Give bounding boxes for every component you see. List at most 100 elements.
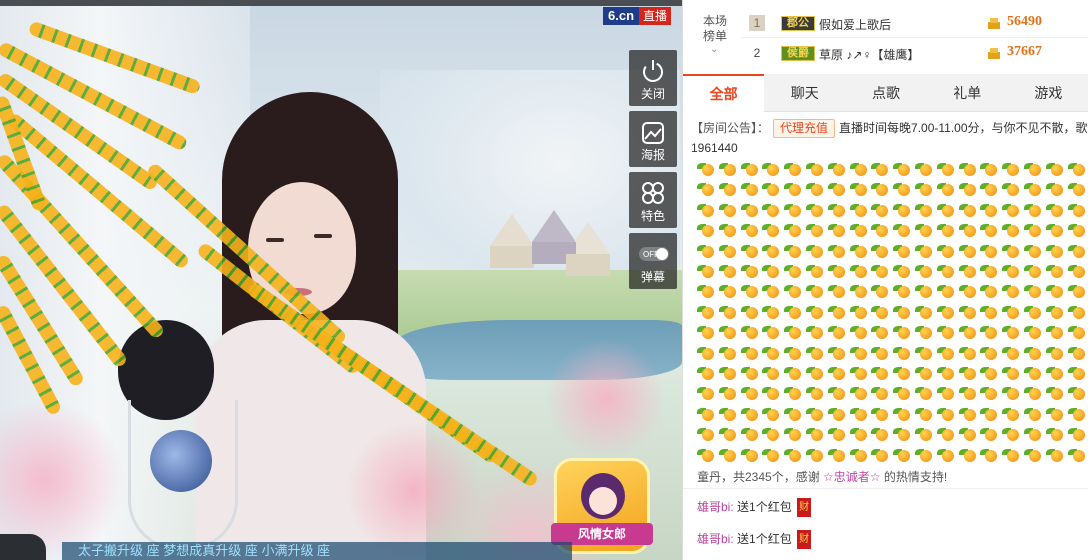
orange-gift-icon [1067, 180, 1086, 197]
orange-gift-icon [1045, 303, 1064, 320]
orange-gift-icon [762, 303, 780, 320]
orange-gift-icon [784, 446, 802, 463]
ranking-username[interactable]: 假如爱上歌后 [819, 16, 891, 33]
ranking-username[interactable]: 草原 ♪↗♀【雄鹰】 [819, 46, 919, 63]
chat-username[interactable]: 雄哥bi: [697, 532, 734, 546]
close-button[interactable]: 关闭 [629, 50, 677, 106]
orange-gift-icon [871, 323, 889, 340]
orange-gift-icon [1067, 221, 1086, 238]
logo-site: 6.cn [603, 7, 640, 25]
divider [683, 488, 1088, 489]
orange-gift-icon [893, 242, 911, 259]
poster-button[interactable]: 海报 [629, 111, 677, 167]
orange-gift-icon [1024, 344, 1042, 361]
feature-label: 特色 [640, 209, 665, 223]
chat-message: 雄哥bi: 送1个红包 财 [697, 530, 812, 550]
orange-gift-icon [1045, 323, 1064, 340]
feature-button[interactable]: 特色 [629, 172, 677, 228]
tab-all[interactable]: 全部 [683, 74, 765, 112]
power-icon [643, 60, 663, 82]
orange-gift-icon [718, 242, 737, 259]
orange-gift-icon [980, 323, 998, 340]
orange-gift-icon [1045, 446, 1064, 463]
orange-gift-icon [806, 384, 824, 401]
orange-gift-icon [871, 242, 889, 259]
orange-gift-icon [915, 364, 933, 381]
orange-gift-icon [849, 303, 868, 320]
orange-gift-icon [1002, 221, 1020, 238]
orange-gift-icon [915, 344, 933, 361]
ranking-title[interactable]: 本场 榜单 [697, 14, 733, 44]
orange-gift-icon [1024, 323, 1042, 340]
live-video[interactable]: 6.cn 直播 关闭 海报 特色 OFF 弹幕 风情女郎 太子搬升级 座 梦想成… [0, 0, 682, 560]
orange-gift-icon [1067, 323, 1086, 340]
orange-gift-icon [849, 323, 868, 340]
orange-gift-icon [893, 405, 911, 422]
orange-gift-icon [1045, 405, 1064, 422]
orange-gift-icon [958, 364, 977, 381]
tab-song-request[interactable]: 点歌 [845, 74, 926, 112]
agent-recharge-button[interactable]: 代理充值 [773, 119, 836, 138]
orange-gift-icon [849, 282, 868, 299]
orange-gift-icon [980, 221, 998, 238]
ranking-score: 56490 [1007, 14, 1042, 29]
ranking-row[interactable]: 2 侯爵 草原 ♪↗♀【雄鹰】 37667 [741, 38, 1088, 68]
red-envelope-icon: 财 [797, 498, 812, 518]
orange-gift-icon [762, 364, 780, 381]
orange-gift-icon [806, 446, 824, 463]
orange-gift-icon [1024, 242, 1042, 259]
orange-gift-icon [762, 323, 780, 340]
badge-girl-face [589, 487, 617, 515]
orange-gift-icon [784, 405, 802, 422]
room-notice: 【房间公告】： 代理充值 直播时间每晚7.00-11.00分，与你不见不散，歌 19… [691, 118, 1088, 158]
tab-games[interactable]: 游戏 [1008, 74, 1088, 112]
corner-avatar[interactable] [0, 534, 46, 560]
notice-prefix: 【房间公告】： [691, 121, 770, 135]
ranking-row[interactable]: 1 郡公 假如爱上歌后 56490 [741, 8, 1088, 38]
orange-gift-icon [936, 282, 955, 299]
orange-gift-icon [936, 364, 955, 381]
orange-gift-icon [980, 201, 998, 218]
orange-gift-icon [762, 425, 780, 442]
orange-gift-icon [871, 180, 889, 197]
orange-gift-icon [762, 242, 780, 259]
streamer-eye [314, 234, 332, 238]
orange-gift-icon [1002, 323, 1020, 340]
orange-gift-icon [936, 323, 955, 340]
orange-gift-icon [718, 282, 737, 299]
orange-gift-icon [1045, 201, 1064, 218]
orange-gift-icon [1024, 262, 1042, 279]
orange-gift-icon [849, 221, 868, 238]
orange-gift-icon [1024, 221, 1042, 238]
orange-gift-icon [958, 221, 977, 238]
orange-gift-icon [849, 425, 868, 442]
orange-gift-icon [740, 160, 759, 177]
tab-gift-list[interactable]: 礼单 [927, 74, 1008, 112]
orange-gift-icon [827, 344, 846, 361]
coin-icon [988, 48, 1000, 59]
orange-gift-icon [697, 405, 715, 422]
orange-gift-icon [784, 323, 802, 340]
chat-username[interactable]: 雄哥bi: [697, 500, 734, 514]
orange-gift-icon [806, 303, 824, 320]
orange-gift-icon [871, 364, 889, 381]
orange-gift-icon [806, 323, 824, 340]
orange-gift-icon [740, 262, 759, 279]
orange-gift-icon [718, 180, 737, 197]
chevron-down-icon[interactable]: ⌄ [710, 44, 718, 55]
orange-gift-icon [915, 384, 933, 401]
orange-gift-icon [980, 364, 998, 381]
orange-gift-icon [871, 446, 889, 463]
orange-gift-icon [827, 262, 846, 279]
thanks-message: 童丹，共2345个，感谢 ☆忠诚者☆ 的热情支持! [697, 468, 947, 485]
orange-gift-icon [893, 344, 911, 361]
orange-gift-icon [806, 180, 824, 197]
tab-chat[interactable]: 聊天 [764, 74, 845, 112]
danmaku-toggle-button[interactable]: OFF 弹幕 [629, 233, 677, 289]
orange-gift-icon [1045, 242, 1064, 259]
orange-gift-icon [980, 344, 998, 361]
orange-gift-icon [936, 405, 955, 422]
orange-gift-icon [1024, 160, 1042, 177]
thanks-user[interactable]: ☆忠诚者☆ [823, 470, 881, 484]
orange-gift-icon [697, 262, 715, 279]
